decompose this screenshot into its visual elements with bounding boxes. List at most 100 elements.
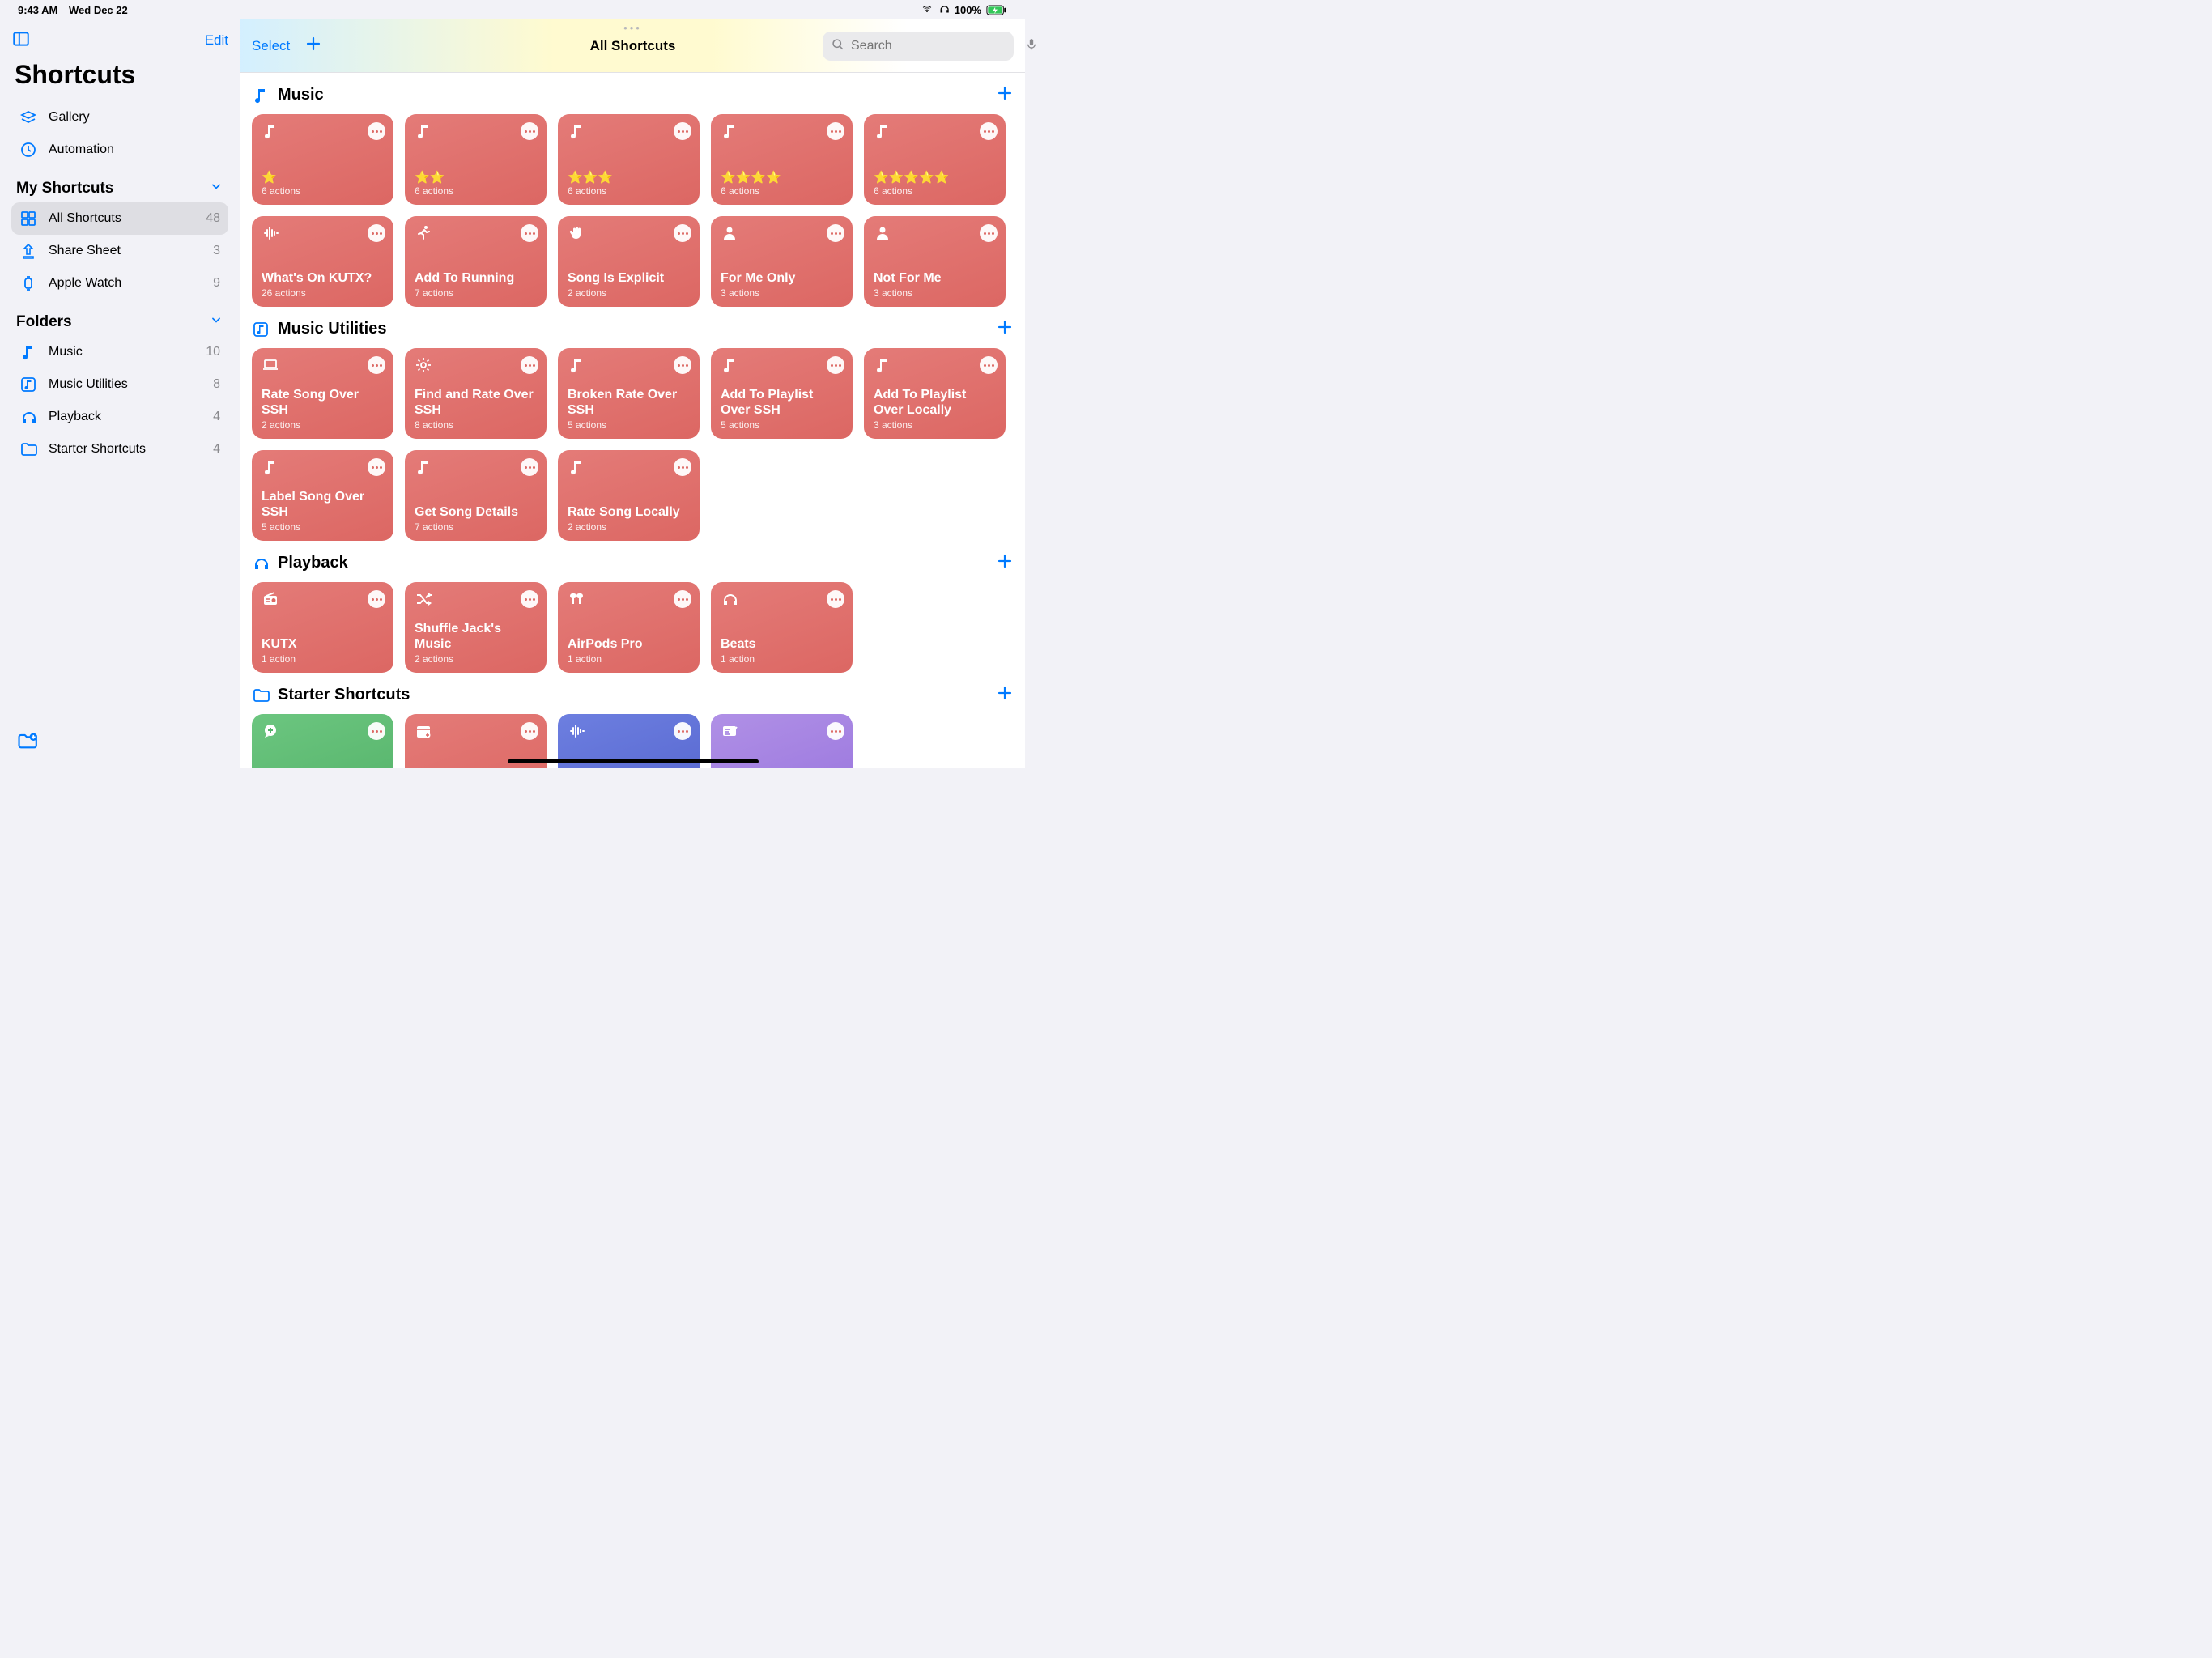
card-more-button[interactable] <box>980 224 998 242</box>
shortcut-card[interactable]: What's On KUTX?26 actions <box>252 216 393 307</box>
shortcut-card[interactable]: ⭐⭐⭐6 actions <box>558 114 700 205</box>
page-title: All Shortcuts <box>590 38 676 54</box>
card-more-button[interactable] <box>674 722 691 740</box>
card-more-button[interactable] <box>368 122 385 140</box>
card-more-button[interactable] <box>521 224 538 242</box>
sidebar-item-music-utilities[interactable]: Music Utilities 8 <box>11 368 228 401</box>
card-more-button[interactable] <box>368 224 385 242</box>
music-icon <box>262 122 279 144</box>
card-more-button[interactable] <box>521 122 538 140</box>
shortcut-card[interactable]: Shuffle Jack's Music2 actions <box>405 582 547 673</box>
shortcut-card[interactable]: Not For Me3 actions <box>864 216 1006 307</box>
card-more-button[interactable] <box>674 590 691 608</box>
section-header-musicutil[interactable]: Music Utilities <box>252 318 1014 340</box>
card-more-button[interactable] <box>674 356 691 374</box>
home-indicator[interactable] <box>508 759 759 763</box>
playback-icon <box>252 555 270 572</box>
card-stars: ⭐⭐⭐⭐⭐ <box>874 172 996 184</box>
sidebar-item-music[interactable]: Music 10 <box>11 336 228 368</box>
section-add-button[interactable] <box>996 684 1014 706</box>
shortcut-card[interactable]: Rate Song Over SSH2 actions <box>252 348 393 439</box>
select-button[interactable]: Select <box>252 38 290 54</box>
sidebar-item-share-sheet[interactable]: Share Sheet 3 <box>11 235 228 267</box>
card-more-button[interactable] <box>368 590 385 608</box>
mic-icon[interactable] <box>1025 36 1038 56</box>
shortcut-card[interactable]: Song Is Explicit2 actions <box>558 216 700 307</box>
shortcut-card[interactable]: ⭐⭐6 actions <box>405 114 547 205</box>
card-more-button[interactable] <box>674 458 691 476</box>
sidebar-item-label: Apple Watch <box>49 276 202 291</box>
card-more-button[interactable] <box>521 590 538 608</box>
card-more-button[interactable] <box>980 356 998 374</box>
card-title: Beats <box>721 636 843 652</box>
section-add-button[interactable] <box>996 318 1014 340</box>
card-more-button[interactable] <box>521 458 538 476</box>
card-subtitle: 2 actions <box>262 419 384 431</box>
shortcut-card[interactable]: ⭐⭐⭐⭐6 actions <box>711 114 853 205</box>
card-subtitle: 6 actions <box>262 185 384 197</box>
shortcut-card[interactable]: Add To Playlist Over SSH5 actions <box>711 348 853 439</box>
card-more-button[interactable] <box>368 356 385 374</box>
my-shortcuts-header[interactable]: My Shortcuts <box>16 180 113 198</box>
shortcut-card[interactable]: Broken Rate Over SSH5 actions <box>558 348 700 439</box>
section-add-button[interactable] <box>996 552 1014 574</box>
sidebar-item-label: Starter Shortcuts <box>49 442 202 457</box>
new-folder-icon[interactable] <box>16 741 37 755</box>
shortcut-card[interactable]: ⭐6 actions <box>252 114 393 205</box>
card-more-button[interactable] <box>368 722 385 740</box>
section-header-music[interactable]: Music <box>252 84 1014 106</box>
shortcut-card[interactable]: For Me Only3 actions <box>711 216 853 307</box>
shortcut-card[interactable]: Text Last Image <box>252 714 393 768</box>
chevron-down-icon[interactable] <box>209 179 223 198</box>
sidebar-item-playback[interactable]: Playback 4 <box>11 401 228 433</box>
section-header-playback[interactable]: Playback <box>252 552 1014 574</box>
card-title: What's On KUTX? <box>262 270 384 286</box>
card-subtitle: 1 action <box>568 653 690 665</box>
musicutil-icon <box>19 376 37 393</box>
sidebar-item-starter-shortcuts[interactable]: Starter Shortcuts 4 <box>11 433 228 466</box>
card-more-button[interactable] <box>674 224 691 242</box>
card-more-button[interactable] <box>827 122 844 140</box>
shortcut-card[interactable]: Rate Song Locally2 actions <box>558 450 700 541</box>
card-more-button[interactable] <box>521 356 538 374</box>
sidebar-item-automation[interactable]: Automation <box>11 134 228 166</box>
sidebar-item-label: Automation <box>49 142 220 157</box>
shortcut-card[interactable]: Get Song Details7 actions <box>405 450 547 541</box>
shortcut-card[interactable]: Find and Rate Over SSH8 actions <box>405 348 547 439</box>
calplus-icon <box>415 722 432 744</box>
card-subtitle: 6 actions <box>415 185 537 197</box>
search-field[interactable] <box>823 32 1014 61</box>
shortcut-card[interactable]: KUTX1 action <box>252 582 393 673</box>
chevron-down-icon[interactable] <box>209 312 223 331</box>
music-icon <box>19 343 37 361</box>
shortcut-card[interactable]: AirPods Pro1 action <box>558 582 700 673</box>
card-more-button[interactable] <box>827 224 844 242</box>
search-input[interactable] <box>851 39 1019 53</box>
card-more-button[interactable] <box>521 722 538 740</box>
music-icon <box>568 458 585 480</box>
shortcut-card[interactable]: Add To Running7 actions <box>405 216 547 307</box>
edit-button[interactable]: Edit <box>205 32 228 49</box>
card-more-button[interactable] <box>827 356 844 374</box>
card-more-button[interactable] <box>827 722 844 740</box>
shortcut-card[interactable]: Label Song Over SSH5 actions <box>252 450 393 541</box>
sidebar-item-all-shortcuts[interactable]: All Shortcuts 48 <box>11 202 228 235</box>
sidebar-toggle-icon[interactable] <box>11 29 31 53</box>
shortcut-card[interactable]: Beats1 action <box>711 582 853 673</box>
section-header-starter[interactable]: Starter Shortcuts <box>252 684 1014 706</box>
shortcut-card[interactable]: Add To Playlist Over Locally3 actions <box>864 348 1006 439</box>
section-add-button[interactable] <box>996 84 1014 106</box>
folder-icon <box>19 440 37 458</box>
card-more-button[interactable] <box>980 122 998 140</box>
shortcut-card[interactable]: ⭐⭐⭐⭐⭐6 actions <box>864 114 1006 205</box>
musicutil-icon <box>252 321 270 338</box>
sidebar-item-apple-watch[interactable]: Apple Watch 9 <box>11 267 228 300</box>
folders-header[interactable]: Folders <box>16 313 72 331</box>
card-more-button[interactable] <box>674 122 691 140</box>
sidebar-item-gallery[interactable]: Gallery <box>11 101 228 134</box>
card-subtitle: 5 actions <box>568 419 690 431</box>
new-shortcut-button[interactable] <box>304 35 322 57</box>
card-more-button[interactable] <box>827 590 844 608</box>
card-more-button[interactable] <box>368 458 385 476</box>
sidebar-item-count: 4 <box>213 442 220 457</box>
